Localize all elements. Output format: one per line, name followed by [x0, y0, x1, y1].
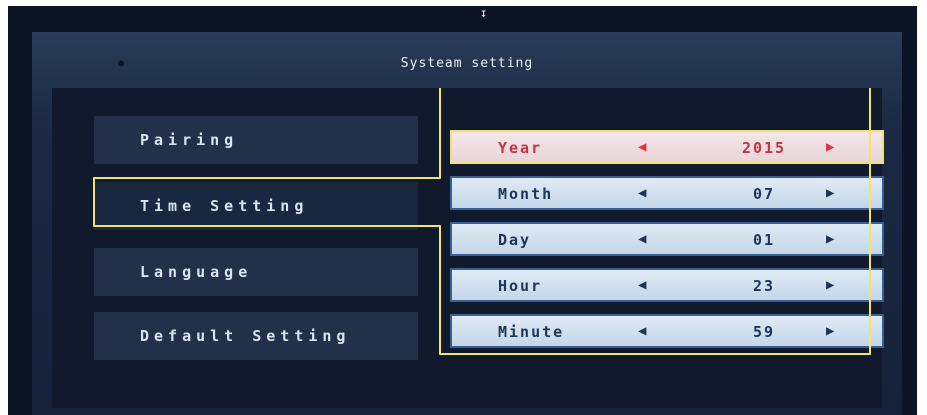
- field-label: Hour: [498, 277, 543, 295]
- time-field-day[interactable]: Day ◀ 01 ▶: [450, 222, 884, 256]
- right-arrow-icon[interactable]: ▶: [826, 185, 836, 201]
- right-arrow-icon[interactable]: ▶: [826, 139, 836, 155]
- left-arrow-icon[interactable]: ◀: [638, 139, 648, 155]
- left-arrow-icon[interactable]: ◀: [638, 323, 648, 339]
- menu-item-pairing[interactable]: Pairing: [94, 116, 418, 164]
- field-value: 07: [752, 185, 776, 203]
- menu-item-time-setting[interactable]: Time Setting: [94, 182, 418, 230]
- field-value: 23: [752, 277, 776, 295]
- right-arrow-icon[interactable]: ▶: [826, 277, 836, 293]
- time-field-minute[interactable]: Minute ◀ 59 ▶: [450, 314, 884, 348]
- indicator-icon: ↧: [480, 6, 488, 20]
- time-field-year[interactable]: Year ◀ 2015 ▶: [450, 130, 884, 164]
- settings-window: ● Systeam setting Pairing Time Setting L…: [32, 32, 902, 415]
- right-arrow-icon[interactable]: ▶: [826, 323, 836, 339]
- field-label: Month: [498, 185, 554, 203]
- field-label: Day: [498, 231, 532, 249]
- time-field-month[interactable]: Month ◀ 07 ▶: [450, 176, 884, 210]
- menu-item-label: Default Setting: [140, 327, 351, 345]
- menu-item-label: Pairing: [140, 131, 239, 149]
- menu-item-label: Time Setting: [140, 197, 309, 215]
- osd-screen: ↧ ● Systeam setting Pairing Time Setting…: [8, 6, 917, 415]
- time-field-hour[interactable]: Hour ◀ 23 ▶: [450, 268, 884, 302]
- menu-item-label: Language: [140, 263, 253, 281]
- settings-panel: Pairing Time Setting Language Default Se…: [52, 88, 884, 408]
- field-label: Minute: [498, 323, 565, 341]
- left-arrow-icon[interactable]: ◀: [638, 185, 648, 201]
- field-value: 59: [752, 323, 776, 341]
- menu-item-default-setting[interactable]: Default Setting: [94, 312, 418, 360]
- field-value: 01: [752, 231, 776, 249]
- menu-item-language[interactable]: Language: [94, 248, 418, 296]
- window-title: Systeam setting: [400, 56, 534, 71]
- left-arrow-icon[interactable]: ◀: [638, 231, 648, 247]
- right-arrow-icon[interactable]: ▶: [826, 231, 836, 247]
- field-label: Year: [498, 139, 543, 157]
- field-value: 2015: [741, 139, 787, 157]
- left-arrow-icon[interactable]: ◀: [638, 277, 648, 293]
